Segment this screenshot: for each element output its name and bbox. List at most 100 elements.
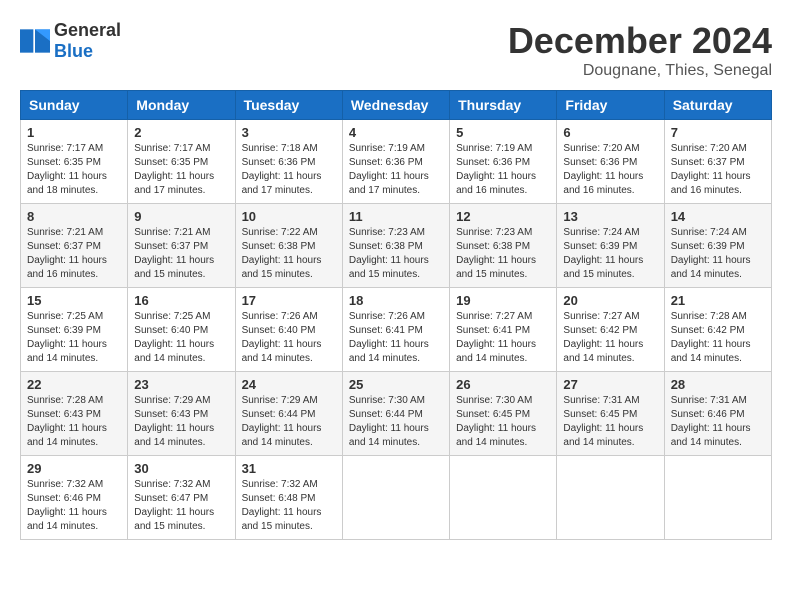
day-number: 15 <box>27 293 121 308</box>
calendar-cell <box>450 456 557 540</box>
calendar-cell: 23 Sunrise: 7:29 AM Sunset: 6:43 PM Dayl… <box>128 372 235 456</box>
day-info: Sunrise: 7:19 AM Sunset: 6:36 PM Dayligh… <box>349 142 443 198</box>
logo-icon <box>20 29 50 53</box>
calendar-cell: 20 Sunrise: 7:27 AM Sunset: 6:42 PM Dayl… <box>557 288 664 372</box>
day-number: 8 <box>27 209 121 224</box>
day-number: 19 <box>456 293 550 308</box>
calendar-cell: 14 Sunrise: 7:24 AM Sunset: 6:39 PM Dayl… <box>664 204 771 288</box>
day-number: 17 <box>242 293 336 308</box>
day-info: Sunrise: 7:28 AM Sunset: 6:42 PM Dayligh… <box>671 310 765 366</box>
location-title: Dougnane, Thies, Senegal <box>508 62 772 80</box>
calendar-cell: 6 Sunrise: 7:20 AM Sunset: 6:36 PM Dayli… <box>557 120 664 204</box>
month-title: December 2024 <box>508 20 772 62</box>
day-number: 23 <box>134 377 228 392</box>
day-info: Sunrise: 7:31 AM Sunset: 6:45 PM Dayligh… <box>563 394 657 450</box>
day-info: Sunrise: 7:23 AM Sunset: 6:38 PM Dayligh… <box>349 226 443 282</box>
logo-text: General Blue <box>54 20 121 62</box>
day-number: 1 <box>27 125 121 140</box>
day-number: 30 <box>134 461 228 476</box>
day-number: 21 <box>671 293 765 308</box>
day-number: 27 <box>563 377 657 392</box>
day-number: 14 <box>671 209 765 224</box>
day-number: 13 <box>563 209 657 224</box>
day-info: Sunrise: 7:25 AM Sunset: 6:39 PM Dayligh… <box>27 310 121 366</box>
day-info: Sunrise: 7:27 AM Sunset: 6:41 PM Dayligh… <box>456 310 550 366</box>
day-number: 31 <box>242 461 336 476</box>
day-number: 20 <box>563 293 657 308</box>
day-number: 26 <box>456 377 550 392</box>
day-info: Sunrise: 7:22 AM Sunset: 6:38 PM Dayligh… <box>242 226 336 282</box>
weekday-header-thursday: Thursday <box>450 91 557 120</box>
day-info: Sunrise: 7:21 AM Sunset: 6:37 PM Dayligh… <box>134 226 228 282</box>
calendar-cell: 13 Sunrise: 7:24 AM Sunset: 6:39 PM Dayl… <box>557 204 664 288</box>
calendar-cell: 16 Sunrise: 7:25 AM Sunset: 6:40 PM Dayl… <box>128 288 235 372</box>
title-area: December 2024 Dougnane, Thies, Senegal <box>508 20 772 80</box>
day-number: 25 <box>349 377 443 392</box>
day-number: 12 <box>456 209 550 224</box>
calendar-cell: 27 Sunrise: 7:31 AM Sunset: 6:45 PM Dayl… <box>557 372 664 456</box>
day-info: Sunrise: 7:17 AM Sunset: 6:35 PM Dayligh… <box>134 142 228 198</box>
weekday-header-saturday: Saturday <box>664 91 771 120</box>
calendar-cell: 31 Sunrise: 7:32 AM Sunset: 6:48 PM Dayl… <box>235 456 342 540</box>
calendar-cell: 7 Sunrise: 7:20 AM Sunset: 6:37 PM Dayli… <box>664 120 771 204</box>
day-info: Sunrise: 7:32 AM Sunset: 6:47 PM Dayligh… <box>134 478 228 534</box>
day-info: Sunrise: 7:24 AM Sunset: 6:39 PM Dayligh… <box>563 226 657 282</box>
day-number: 11 <box>349 209 443 224</box>
calendar-cell: 21 Sunrise: 7:28 AM Sunset: 6:42 PM Dayl… <box>664 288 771 372</box>
day-number: 4 <box>349 125 443 140</box>
calendar: SundayMondayTuesdayWednesdayThursdayFrid… <box>20 90 772 540</box>
weekday-header-friday: Friday <box>557 91 664 120</box>
day-info: Sunrise: 7:29 AM Sunset: 6:43 PM Dayligh… <box>134 394 228 450</box>
calendar-cell: 4 Sunrise: 7:19 AM Sunset: 6:36 PM Dayli… <box>342 120 449 204</box>
day-number: 16 <box>134 293 228 308</box>
calendar-cell: 2 Sunrise: 7:17 AM Sunset: 6:35 PM Dayli… <box>128 120 235 204</box>
day-number: 22 <box>27 377 121 392</box>
day-info: Sunrise: 7:21 AM Sunset: 6:37 PM Dayligh… <box>27 226 121 282</box>
calendar-cell <box>342 456 449 540</box>
calendar-cell: 3 Sunrise: 7:18 AM Sunset: 6:36 PM Dayli… <box>235 120 342 204</box>
day-info: Sunrise: 7:19 AM Sunset: 6:36 PM Dayligh… <box>456 142 550 198</box>
logo-blue: Blue <box>54 41 93 61</box>
header: General Blue December 2024 Dougnane, Thi… <box>20 20 772 80</box>
calendar-cell: 19 Sunrise: 7:27 AM Sunset: 6:41 PM Dayl… <box>450 288 557 372</box>
calendar-cell <box>664 456 771 540</box>
day-number: 29 <box>27 461 121 476</box>
day-info: Sunrise: 7:32 AM Sunset: 6:48 PM Dayligh… <box>242 478 336 534</box>
day-info: Sunrise: 7:20 AM Sunset: 6:36 PM Dayligh… <box>563 142 657 198</box>
calendar-cell: 10 Sunrise: 7:22 AM Sunset: 6:38 PM Dayl… <box>235 204 342 288</box>
day-info: Sunrise: 7:18 AM Sunset: 6:36 PM Dayligh… <box>242 142 336 198</box>
calendar-cell: 30 Sunrise: 7:32 AM Sunset: 6:47 PM Dayl… <box>128 456 235 540</box>
day-info: Sunrise: 7:26 AM Sunset: 6:41 PM Dayligh… <box>349 310 443 366</box>
day-info: Sunrise: 7:30 AM Sunset: 6:44 PM Dayligh… <box>349 394 443 450</box>
calendar-cell: 17 Sunrise: 7:26 AM Sunset: 6:40 PM Dayl… <box>235 288 342 372</box>
day-number: 5 <box>456 125 550 140</box>
calendar-cell: 5 Sunrise: 7:19 AM Sunset: 6:36 PM Dayli… <box>450 120 557 204</box>
weekday-header-wednesday: Wednesday <box>342 91 449 120</box>
calendar-cell: 26 Sunrise: 7:30 AM Sunset: 6:45 PM Dayl… <box>450 372 557 456</box>
day-number: 3 <box>242 125 336 140</box>
day-number: 7 <box>671 125 765 140</box>
calendar-cell <box>557 456 664 540</box>
calendar-cell: 29 Sunrise: 7:32 AM Sunset: 6:46 PM Dayl… <box>21 456 128 540</box>
calendar-cell: 11 Sunrise: 7:23 AM Sunset: 6:38 PM Dayl… <box>342 204 449 288</box>
day-number: 24 <box>242 377 336 392</box>
calendar-cell: 25 Sunrise: 7:30 AM Sunset: 6:44 PM Dayl… <box>342 372 449 456</box>
weekday-header-tuesday: Tuesday <box>235 91 342 120</box>
calendar-cell: 15 Sunrise: 7:25 AM Sunset: 6:39 PM Dayl… <box>21 288 128 372</box>
day-info: Sunrise: 7:24 AM Sunset: 6:39 PM Dayligh… <box>671 226 765 282</box>
calendar-cell: 28 Sunrise: 7:31 AM Sunset: 6:46 PM Dayl… <box>664 372 771 456</box>
day-number: 6 <box>563 125 657 140</box>
day-info: Sunrise: 7:20 AM Sunset: 6:37 PM Dayligh… <box>671 142 765 198</box>
day-number: 18 <box>349 293 443 308</box>
day-info: Sunrise: 7:27 AM Sunset: 6:42 PM Dayligh… <box>563 310 657 366</box>
calendar-cell: 12 Sunrise: 7:23 AM Sunset: 6:38 PM Dayl… <box>450 204 557 288</box>
day-info: Sunrise: 7:30 AM Sunset: 6:45 PM Dayligh… <box>456 394 550 450</box>
calendar-cell: 24 Sunrise: 7:29 AM Sunset: 6:44 PM Dayl… <box>235 372 342 456</box>
calendar-cell: 9 Sunrise: 7:21 AM Sunset: 6:37 PM Dayli… <box>128 204 235 288</box>
day-info: Sunrise: 7:28 AM Sunset: 6:43 PM Dayligh… <box>27 394 121 450</box>
day-number: 9 <box>134 209 228 224</box>
day-info: Sunrise: 7:26 AM Sunset: 6:40 PM Dayligh… <box>242 310 336 366</box>
day-number: 10 <box>242 209 336 224</box>
calendar-cell: 8 Sunrise: 7:21 AM Sunset: 6:37 PM Dayli… <box>21 204 128 288</box>
day-info: Sunrise: 7:17 AM Sunset: 6:35 PM Dayligh… <box>27 142 121 198</box>
